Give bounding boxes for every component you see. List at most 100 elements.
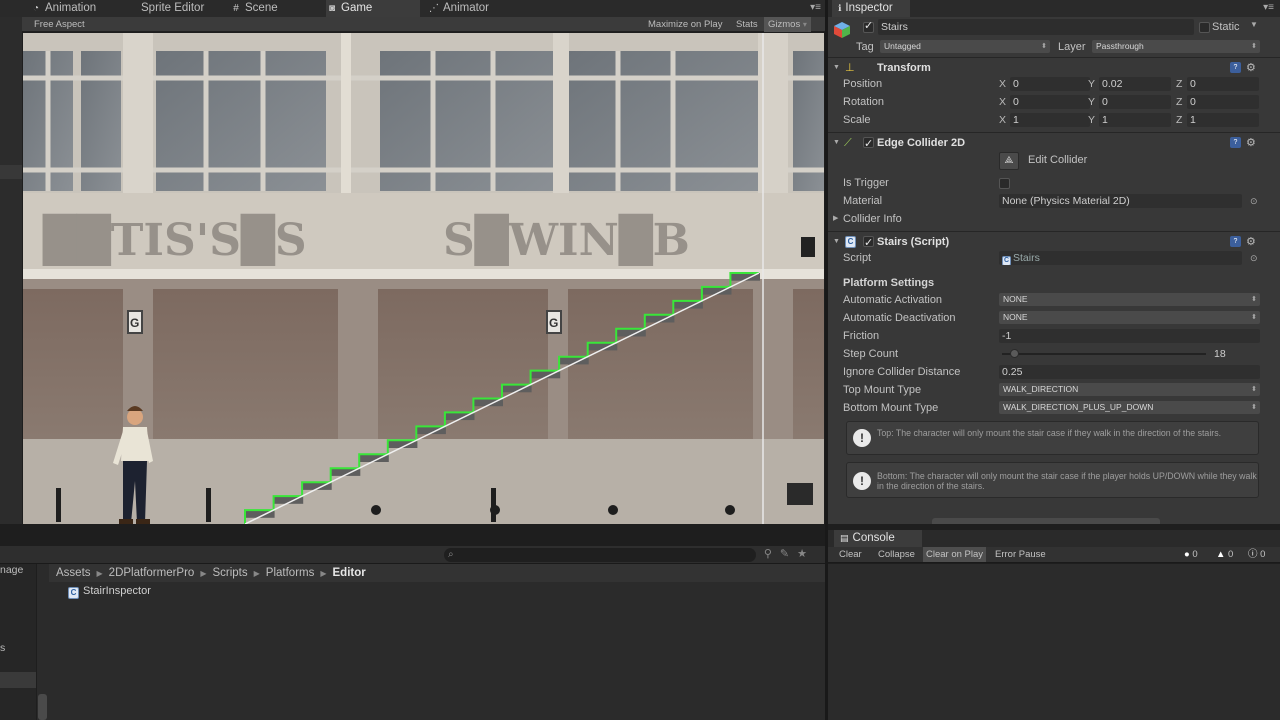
breadcrumb-item[interactable]: Scripts xyxy=(212,567,247,579)
aspect-dropdown[interactable]: Free Aspect xyxy=(34,17,85,32)
active-toggle[interactable] xyxy=(863,19,874,33)
edge-collider-header[interactable]: ▼ ⟋ Edge Collider 2D ? ⚙ xyxy=(828,132,1280,154)
maximize-on-play-button[interactable]: Maximize on Play xyxy=(648,17,722,32)
bottom-mount-dropdown[interactable]: WALK_DIRECTION_PLUS_UP_DOWN ⬍ xyxy=(999,401,1260,414)
bottom-mount-row: Bottom Mount Type WALK_DIRECTION_PLUS_UP… xyxy=(828,399,1280,417)
breadcrumb-item[interactable]: 2DPlatformerPro xyxy=(109,567,195,579)
transform-header[interactable]: ▼ ⊥ Transform ? ⚙ xyxy=(828,57,1280,77)
shutter-panel xyxy=(153,289,338,444)
tab-animator-label: Animator xyxy=(443,2,490,14)
panel-menu-icon[interactable]: ▾≡ xyxy=(1263,2,1274,13)
scale-y-field[interactable]: 1 xyxy=(1099,113,1171,127)
auto-deactivation-dropdown[interactable]: NONE ⬍ xyxy=(999,311,1260,324)
breadcrumb-item[interactable]: Assets xyxy=(56,567,91,579)
animation-icon: ◔ xyxy=(32,3,40,14)
console-clear-on-play-button[interactable]: Clear on Play xyxy=(923,547,987,562)
help-icon[interactable]: ? xyxy=(1230,236,1241,247)
edit-collider-button[interactable]: ⟁ xyxy=(999,152,1019,170)
stairs-script-enabled-toggle[interactable] xyxy=(863,233,874,253)
top-mount-value: WALK_DIRECTION xyxy=(1003,384,1079,394)
object-picker-icon[interactable]: ⊙ xyxy=(1250,192,1258,210)
warning-count[interactable]: ▲ 0 xyxy=(1216,547,1233,562)
static-dropdown-icon[interactable]: ▼ xyxy=(1250,20,1258,29)
add-component-button[interactable] xyxy=(932,518,1160,524)
scale-y: 1 xyxy=(1102,114,1108,126)
console-log-area[interactable] xyxy=(828,564,1280,720)
is-trigger-checkbox[interactable] xyxy=(999,178,1010,189)
project-scrollbar[interactable] xyxy=(37,564,49,720)
friction-field[interactable]: -1 xyxy=(999,329,1260,343)
rotation-z-field[interactable]: 0 xyxy=(1187,95,1259,109)
hierarchy-selection[interactable] xyxy=(0,165,22,179)
gear-icon[interactable]: ⚙ xyxy=(1246,133,1256,153)
console-collapse-button[interactable]: Collapse xyxy=(875,547,918,562)
tag-dropdown[interactable]: Untagged ⬍ xyxy=(880,40,1050,53)
tab-inspector[interactable]: ℹ Inspector xyxy=(832,0,910,17)
file-item[interactable]: C StairInspector xyxy=(68,584,151,599)
message-count[interactable]: ⓘ 0 xyxy=(1248,547,1265,562)
console-error-pause-button[interactable]: Error Pause xyxy=(992,547,1049,562)
tab-animator[interactable]: ⋰ Animator xyxy=(428,0,522,17)
pillar xyxy=(553,33,569,203)
script-field[interactable]: C Stairs xyxy=(999,251,1242,265)
project-filter-icons[interactable]: ⚲✎★ xyxy=(764,547,815,560)
step-count-slider-track[interactable] xyxy=(1002,353,1206,355)
position-z-field[interactable]: 0 xyxy=(1187,77,1259,91)
step-count-label: Step Count xyxy=(843,348,899,360)
tab-animation[interactable]: ◔ Animation xyxy=(30,0,120,17)
step-count-slider-thumb[interactable] xyxy=(1010,349,1020,358)
step-count-field[interactable]: 18 xyxy=(1211,347,1259,361)
game-view[interactable]: ██TIS'S█S S█WIN█B G G xyxy=(23,33,824,524)
ignore-distance-field[interactable]: 0.25 xyxy=(999,365,1260,379)
error-count-value: 0 xyxy=(1192,549,1198,560)
gizmos-button[interactable]: Gizmos ▾ xyxy=(764,17,811,32)
help-icon[interactable]: ? xyxy=(1230,62,1241,73)
project-search-input[interactable]: ⌕ xyxy=(444,548,756,562)
panel-menu-icon[interactable]: ▾≡ xyxy=(810,2,821,13)
scale-z-field[interactable]: 1 xyxy=(1187,113,1259,127)
warning-triangle-icon: ▲ xyxy=(1216,549,1226,560)
stats-button[interactable]: Stats xyxy=(736,17,758,32)
wall-lettering-left: ██TIS'S█S xyxy=(42,213,307,266)
error-count[interactable]: ● 0 xyxy=(1184,547,1198,562)
object-picker-icon[interactable]: ⊙ xyxy=(1250,249,1258,267)
scroll-thumb[interactable] xyxy=(38,694,47,720)
fold-arrow-icon[interactable]: ▶ xyxy=(833,210,838,228)
friction-label: Friction xyxy=(843,330,880,342)
scale-x-field[interactable]: 1 xyxy=(1010,113,1090,127)
gizmos-dropdown-icon: ▾ xyxy=(802,20,807,29)
stairs-script-header[interactable]: ▼ C Stairs (Script) ? ⚙ xyxy=(828,231,1280,253)
position-x-field[interactable]: 0 xyxy=(1010,77,1090,91)
material-field[interactable]: None (Physics Material 2D) xyxy=(999,194,1242,208)
object-name-field[interactable]: Stairs xyxy=(878,19,1194,35)
tab-sprite-editor[interactable]: Sprite Editor xyxy=(126,0,226,17)
dropdown-arrow-icon: ⬍ xyxy=(1251,386,1257,393)
top-mount-dropdown[interactable]: WALK_DIRECTION ⬍ xyxy=(999,383,1260,396)
tab-console[interactable]: ▤ Console xyxy=(834,530,922,547)
panel-divider xyxy=(0,524,825,546)
breadcrumb-current[interactable]: Editor xyxy=(333,567,366,579)
fold-arrow-icon[interactable]: ▼ xyxy=(833,133,840,153)
console-clear-button[interactable]: Clear xyxy=(836,547,865,562)
scale-x: 1 xyxy=(1013,114,1019,126)
hierarchy-strip xyxy=(0,17,22,524)
tab-game[interactable]: ◙ Game xyxy=(326,0,420,17)
layer-dropdown[interactable]: Passthrough ⬍ xyxy=(1092,40,1260,53)
help-icon[interactable]: ? xyxy=(1230,137,1241,148)
edge-collider-enabled-toggle[interactable] xyxy=(863,134,874,154)
shutter-panel xyxy=(793,289,824,439)
tree-selection[interactable] xyxy=(0,672,36,688)
tab-scene[interactable]: # Scene xyxy=(230,0,320,17)
auto-activation-dropdown[interactable]: NONE ⬍ xyxy=(999,293,1260,306)
rotation-y-field[interactable]: 0 xyxy=(1099,95,1171,109)
static-toggle[interactable] xyxy=(1199,22,1210,33)
tree-item[interactable]: s xyxy=(0,642,5,654)
rotation-x-field[interactable]: 0 xyxy=(1010,95,1090,109)
tab-animation-label: Animation xyxy=(45,2,97,14)
position-y-field[interactable]: 0.02 xyxy=(1099,77,1171,91)
dropdown-arrow-icon: ⬍ xyxy=(1251,296,1257,303)
tree-item[interactable]: nage xyxy=(0,564,23,576)
collider-info-row[interactable]: ▶ Collider Info xyxy=(828,210,1280,228)
breadcrumb-item[interactable]: Platforms xyxy=(266,567,315,579)
layer-value: Passthrough xyxy=(1096,41,1144,51)
